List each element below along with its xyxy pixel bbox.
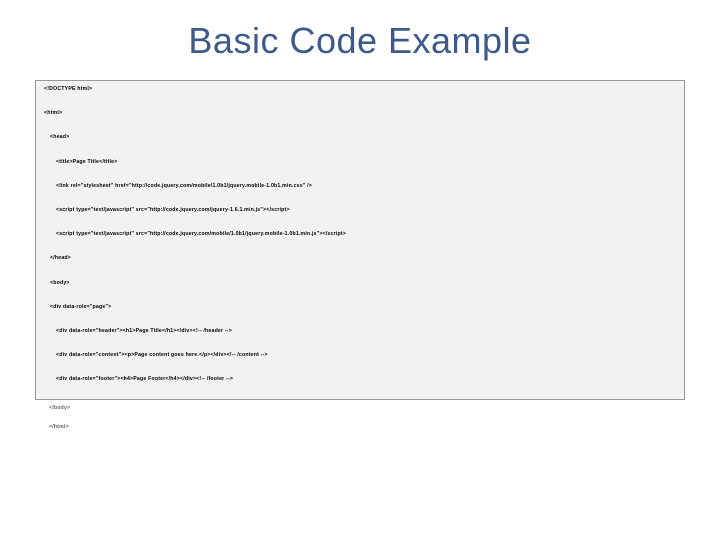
- code-line: </html>: [49, 425, 685, 430]
- code-line: <div data-role="page">: [44, 305, 676, 310]
- code-box: <!DOCTYPE html> <html> <head> <title>Pag…: [35, 80, 685, 400]
- code-line: <head>: [44, 135, 676, 140]
- code-line: <div data-role="content"><p>Page content…: [44, 353, 676, 358]
- code-line: <div data-role="header"><h1>Page Title</…: [44, 329, 676, 334]
- code-line: </body>: [49, 406, 685, 411]
- code-line: <html>: [44, 111, 676, 116]
- overflow-code: </body> </html>: [35, 406, 685, 430]
- code-line: <title>Page Title</title>: [44, 160, 676, 165]
- code-line: <div data-role="footer"><h4>Page Footer<…: [44, 377, 676, 382]
- code-line: </head>: [44, 256, 676, 261]
- code-line: <!DOCTYPE html>: [44, 87, 676, 92]
- code-line: <script type="text/javascript" src="http…: [44, 232, 676, 237]
- code-line: <script type="text/javascript" src="http…: [44, 208, 676, 213]
- slide-title: Basic Code Example: [35, 20, 685, 62]
- slide: Basic Code Example <!DOCTYPE html> <html…: [0, 0, 720, 540]
- code-line: <link rel="stylesheet" href="http://code…: [44, 184, 676, 189]
- code-line: <body>: [44, 281, 676, 286]
